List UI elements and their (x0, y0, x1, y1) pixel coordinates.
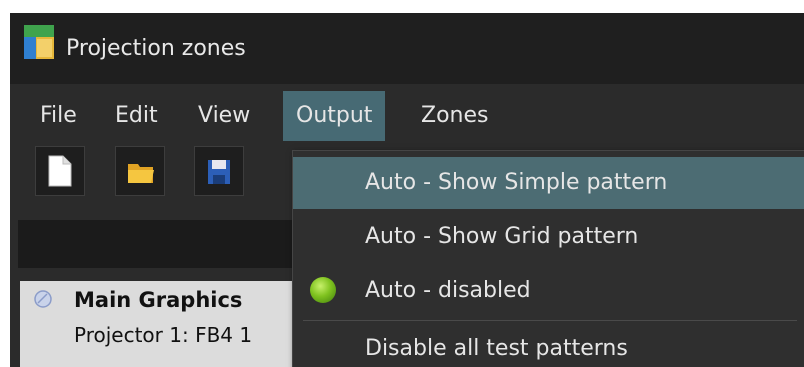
new-document-icon (48, 155, 72, 187)
open-button[interactable] (115, 146, 165, 196)
menu-file[interactable]: File (27, 91, 90, 141)
output-dropdown-menu: Auto - Show Simple pattern Auto - Show G… (292, 150, 804, 367)
option-label: Auto - disabled (365, 278, 531, 303)
open-folder-icon (128, 164, 154, 183)
app-window: Projection zones File Edit View Output Z… (10, 13, 804, 367)
menu-view[interactable]: View (185, 91, 263, 141)
item-status-icon (34, 290, 52, 308)
menu-output[interactable]: Output (283, 91, 386, 141)
title-bar: Projection zones (10, 13, 804, 84)
menu-edit[interactable]: Edit (102, 91, 171, 141)
menu-bar: File Edit View Output Zones (10, 91, 804, 141)
menu-option-auto-disabled[interactable]: Auto - disabled (293, 265, 804, 317)
menu-option-simple-pattern[interactable]: Auto - Show Simple pattern (293, 157, 804, 209)
panel-header (18, 220, 318, 268)
radio-selected-icon (310, 277, 336, 303)
save-disk-icon (208, 160, 230, 184)
new-button[interactable] (35, 146, 85, 196)
app-icon (24, 25, 54, 59)
option-label: Disable all test patterns (365, 336, 628, 361)
window-title: Projection zones (66, 36, 246, 61)
menu-separator (303, 320, 797, 321)
item-title: Main Graphics (74, 288, 243, 312)
option-label: Auto - Show Grid pattern (365, 224, 639, 249)
menu-zones[interactable]: Zones (408, 91, 501, 141)
menu-option-grid-pattern[interactable]: Auto - Show Grid pattern (293, 211, 804, 263)
item-subtitle: Projector 1: FB4 1 (74, 323, 253, 347)
list-item[interactable]: Main Graphics Projector 1: FB4 1 (20, 281, 320, 367)
save-button[interactable] (194, 146, 244, 196)
menu-option-disable-all[interactable]: Disable all test patterns (293, 323, 804, 367)
option-label: Auto - Show Simple pattern (365, 170, 668, 195)
